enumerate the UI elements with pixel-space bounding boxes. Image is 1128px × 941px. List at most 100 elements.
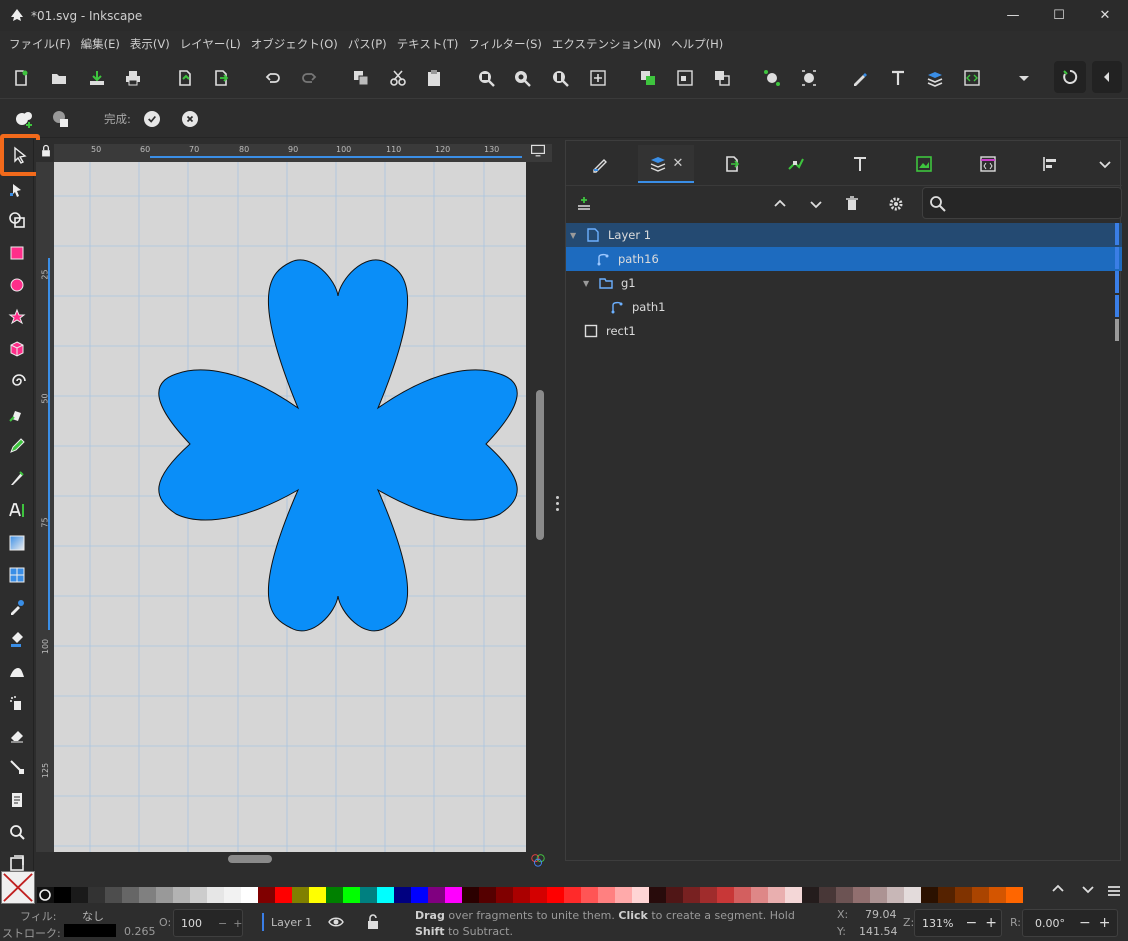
- zoom-page-button[interactable]: [548, 66, 572, 90]
- palette-swatch[interactable]: [258, 887, 275, 903]
- menu-text[interactable]: テキスト(T): [392, 36, 464, 52]
- toggle-lock-button[interactable]: [366, 914, 380, 930]
- palette-swatch[interactable]: [122, 887, 139, 903]
- menu-layer[interactable]: レイヤー(L): [175, 36, 246, 52]
- palette-swatch[interactable]: [785, 887, 802, 903]
- layers-dialog-button[interactable]: [923, 66, 947, 90]
- node-edit-button[interactable]: [760, 66, 784, 90]
- palette-swatch[interactable]: [819, 887, 836, 903]
- vertical-ruler[interactable]: 25 50 75 100 125: [36, 162, 54, 852]
- eraser-tool[interactable]: [4, 722, 30, 748]
- tab-more[interactable]: [1088, 145, 1122, 183]
- current-layer[interactable]: Layer 1: [271, 916, 312, 929]
- palette-swatch[interactable]: [836, 887, 853, 903]
- palette-swatch[interactable]: [224, 887, 241, 903]
- calligraphy-tool[interactable]: [4, 465, 30, 491]
- star-tool[interactable]: [4, 304, 30, 330]
- tab-layers-objects[interactable]: ✕: [638, 145, 694, 183]
- tab-node[interactable]: [768, 145, 824, 183]
- undo-button[interactable]: [261, 66, 285, 90]
- zoom-out-icon[interactable]: −: [965, 915, 977, 931]
- duplicate-button[interactable]: [349, 66, 373, 90]
- zoom-tool[interactable]: [4, 819, 30, 845]
- gradient-tool[interactable]: [4, 530, 30, 556]
- group-button[interactable]: [636, 66, 660, 90]
- palette-swatch[interactable]: [241, 887, 258, 903]
- mesh-tool[interactable]: [4, 562, 30, 588]
- export-selection-button[interactable]: [209, 66, 233, 90]
- menu-filters[interactable]: フィルター(S): [463, 36, 547, 52]
- new-document-button[interactable]: [9, 66, 33, 90]
- palette-swatch[interactable]: [717, 887, 734, 903]
- tree-row-path16[interactable]: path16: [566, 247, 1122, 271]
- snap-nodes-button[interactable]: [797, 66, 821, 90]
- palette-swatch[interactable]: [309, 887, 326, 903]
- palette-swatch[interactable]: [156, 887, 173, 903]
- horizontal-ruler[interactable]: 50 60 70 80 90 100 110 120 130: [54, 144, 562, 162]
- palette-swatch[interactable]: [853, 887, 870, 903]
- settings-button[interactable]: [886, 194, 906, 214]
- expand-arrow-icon[interactable]: ▼: [570, 231, 580, 240]
- palette-swatch[interactable]: [343, 887, 360, 903]
- shape-builder-subtract-button[interactable]: [50, 107, 74, 131]
- tab-export[interactable]: [704, 145, 760, 183]
- panel-splitter[interactable]: [552, 140, 564, 871]
- palette-swatch-black[interactable]: [37, 887, 54, 903]
- pencil-tool[interactable]: [4, 433, 30, 459]
- palette-swatch[interactable]: [1006, 887, 1023, 903]
- menu-help[interactable]: ヘルプ(H): [666, 36, 728, 52]
- redo-button[interactable]: [297, 66, 321, 90]
- zoom-input[interactable]: 131% − +: [914, 909, 1002, 937]
- zoom-center-button[interactable]: [586, 66, 610, 90]
- pen-tool[interactable]: [4, 401, 30, 427]
- no-paint-swatch[interactable]: [1, 871, 35, 904]
- close-tab-icon[interactable]: ✕: [673, 156, 684, 171]
- palette-swatch[interactable]: [428, 887, 445, 903]
- opacity-input[interactable]: 100 − +: [173, 909, 243, 937]
- vertical-scrollbar[interactable]: [536, 390, 544, 540]
- palette-swatch[interactable]: [615, 887, 632, 903]
- stroke-width-value[interactable]: 0.265: [124, 925, 156, 938]
- palette-swatch[interactable]: [649, 887, 666, 903]
- spiral-tool[interactable]: [4, 368, 30, 394]
- palette-swatch[interactable]: [887, 887, 904, 903]
- guide-lock-button[interactable]: [40, 144, 54, 162]
- tree-row-layer1[interactable]: ▼ Layer 1: [566, 223, 1122, 247]
- menu-file[interactable]: ファイル(F): [4, 36, 76, 52]
- stroke-color-swatch[interactable]: [64, 924, 116, 937]
- palette-swatch[interactable]: [411, 887, 428, 903]
- palette-swatch[interactable]: [54, 887, 71, 903]
- paste-button[interactable]: [422, 66, 446, 90]
- palette-swatch[interactable]: [989, 887, 1006, 903]
- palette-swatch[interactable]: [802, 887, 819, 903]
- expand-arrow-icon[interactable]: ▼: [583, 279, 593, 288]
- move-down-button[interactable]: [806, 194, 826, 214]
- palette-swatch[interactable]: [938, 887, 955, 903]
- palette-swatch[interactable]: [683, 887, 700, 903]
- text-tool[interactable]: [4, 497, 30, 523]
- dropper-tool[interactable]: [4, 594, 30, 620]
- palette-swatch[interactable]: [394, 887, 411, 903]
- import-button[interactable]: [85, 66, 109, 90]
- drawing-canvas[interactable]: [54, 162, 526, 852]
- palette-swatch[interactable]: [768, 887, 785, 903]
- text-dialog-button[interactable]: [886, 66, 910, 90]
- palette-swatch[interactable]: [479, 887, 496, 903]
- palette-swatch[interactable]: [377, 887, 394, 903]
- palette-swatch[interactable]: [547, 887, 564, 903]
- palette-swatch[interactable]: [972, 887, 989, 903]
- palette-swatch[interactable]: [190, 887, 207, 903]
- palette-scroll-up[interactable]: [1050, 881, 1070, 901]
- palette-swatch[interactable]: [581, 887, 598, 903]
- tab-align[interactable]: [1022, 145, 1078, 183]
- menu-view[interactable]: 表示(V): [125, 36, 175, 52]
- tab-xml[interactable]: [960, 145, 1016, 183]
- palette-swatch[interactable]: [139, 887, 156, 903]
- palette-swatch[interactable]: [445, 887, 462, 903]
- palette-swatch[interactable]: [292, 887, 309, 903]
- palette-swatch[interactable]: [904, 887, 921, 903]
- palette-swatch[interactable]: [921, 887, 938, 903]
- menu-path[interactable]: パス(P): [343, 36, 392, 52]
- zoom-drawing-button[interactable]: [510, 66, 534, 90]
- palette-swatch[interactable]: [275, 887, 292, 903]
